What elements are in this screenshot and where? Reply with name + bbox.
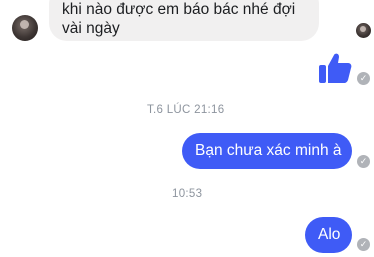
timestamp-divider: T.6 LÚC 21:16 [147,104,225,116]
timestamp-divider: 10:53 [172,188,203,200]
outgoing-message-text: Bạn chưa xác minh à [195,142,342,159]
seen-by-avatar [356,23,371,38]
thumbs-up-icon[interactable] [317,50,353,86]
incoming-message-bubble[interactable]: khi nào được em báo bác nhé đợi vài ngày [49,0,319,41]
incoming-message-text: khi nào được em báo bác nhé đợi vài ngày [62,1,296,37]
sender-avatar[interactable] [12,15,38,41]
check-circle-icon: ✓ [357,238,370,251]
outgoing-message-text: Alo [318,226,341,243]
check-circle-icon: ✓ [357,72,370,85]
outgoing-message-bubble[interactable]: Alo [305,217,352,253]
check-circle-icon: ✓ [357,155,370,168]
outgoing-message-bubble[interactable]: Bạn chưa xác minh à [182,133,352,169]
